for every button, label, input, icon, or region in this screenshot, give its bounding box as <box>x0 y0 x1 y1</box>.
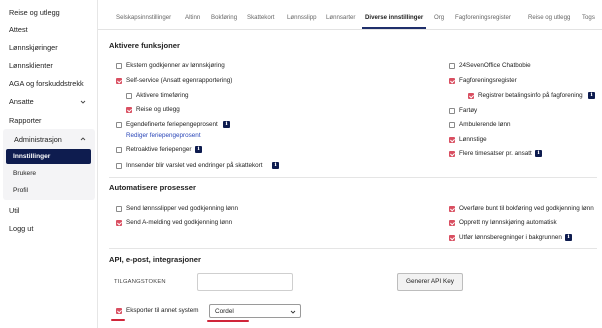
checkbox-send-a-melding[interactable] <box>116 220 122 226</box>
checkbox-label: Overføre bunt til bokføring ved godkjenn… <box>459 205 594 212</box>
checkbox-egendefinerte-feriepengeprosent[interactable] <box>116 122 122 128</box>
tab-bar: Selskapsinnstillinger Altinn Bokføring S… <box>98 0 602 30</box>
checkbox-label: Lønnstige <box>459 136 487 143</box>
checkbox-registrer-betalingsinfo[interactable] <box>468 93 474 99</box>
checkbox-label: Send lønnsslipper ved godkjenning lønn <box>126 205 239 212</box>
checkbox-lonnstige[interactable] <box>449 137 455 143</box>
chevron-down-icon <box>290 309 296 317</box>
chevron-down-icon[interactable] <box>80 99 86 105</box>
checkbox-chatbobie[interactable] <box>449 63 455 69</box>
checkbox-label: Aktivere timeføring <box>136 92 189 99</box>
info-icon[interactable]: i <box>565 234 572 241</box>
token-label: TILGANGSTOKEN <box>114 279 166 285</box>
checkbox-label: Fagforeningsregister <box>459 77 517 84</box>
tab-fagforeningsregister[interactable]: Fagforeningsregister <box>455 14 511 21</box>
sidebar-item-aga[interactable]: AGA og forskuddstrekk <box>9 79 84 88</box>
tab-togs[interactable]: Togs <box>582 14 595 21</box>
info-icon[interactable]: i <box>588 92 595 99</box>
checkbox-label: 24SevenOffice Chatbobie <box>459 62 531 69</box>
tab-reise-og-utlegg[interactable]: Reise og utlegg <box>528 14 570 21</box>
section-title-api: API, e-post, integrasjoner <box>109 255 201 264</box>
sidebar-item-rapporter[interactable]: Rapporter <box>9 116 41 125</box>
section-divider <box>109 248 597 249</box>
sidebar-item-ansatte[interactable]: Ansatte <box>9 97 34 106</box>
sidebar: Reise og utlegg Attest Lønnskjøringer Lø… <box>0 0 98 328</box>
tab-diverse-innstillinger[interactable]: Diverse innstillinger <box>365 14 423 21</box>
section-divider <box>109 177 597 178</box>
tab-lonnsarter[interactable]: Lønnsarter <box>326 14 355 21</box>
checkbox-aktivere-timeforing[interactable] <box>126 93 132 99</box>
sidebar-item-administrasjon[interactable]: Administrasjon <box>14 135 62 144</box>
checkbox-label: Registrer betalingsinfo på fagforening <box>478 92 583 99</box>
sidebar-sub-innstillinger[interactable]: Innstillinger <box>6 149 91 164</box>
checkbox-label: Ekstern godkjenner av lønnskjøring <box>126 62 225 69</box>
checkbox-fartoy[interactable] <box>449 108 455 114</box>
generate-api-key-button[interactable]: Generer API Key <box>397 273 463 291</box>
checkbox-send-lonnsslipper[interactable] <box>116 206 122 212</box>
sidebar-item-logg-ut[interactable]: Logg ut <box>9 224 33 233</box>
section-title-aktivere: Aktivere funksjoner <box>109 41 180 50</box>
info-icon[interactable]: i <box>223 121 230 128</box>
chevron-up-icon[interactable] <box>80 136 86 142</box>
export-system-select[interactable]: Cordel <box>209 304 301 318</box>
annotation-underline <box>207 320 249 322</box>
sidebar-item-attest[interactable]: Attest <box>9 25 28 34</box>
tab-lonnsslipp[interactable]: Lønnsslipp <box>287 14 316 21</box>
info-icon[interactable]: i <box>195 146 202 153</box>
checkbox-fagforeningsregister[interactable] <box>449 78 455 84</box>
main-content: Selskapsinnstillinger Altinn Bokføring S… <box>98 0 602 328</box>
sidebar-sub-profil[interactable]: Profil <box>6 183 91 198</box>
checkbox-label: Utfør lønnsberegninger i bakgrunnen <box>459 234 562 241</box>
checkbox-label: Reise og utlegg <box>136 106 180 113</box>
sidebar-item-reise-og-utlegg[interactable]: Reise og utlegg <box>9 8 60 17</box>
checkbox-label: Ambulerende lønn <box>459 121 511 128</box>
checkbox-label: Opprett ny lønnskjøring automatisk <box>459 219 557 226</box>
checkbox-innsender-varslet[interactable] <box>116 163 122 169</box>
checkbox-label: Retroaktive feriepenger <box>126 146 192 153</box>
tab-org[interactable]: Org <box>434 14 444 21</box>
sidebar-item-lonnskjoringer[interactable]: Lønnskjøringer <box>9 43 58 52</box>
checkbox-eksporter[interactable] <box>116 308 122 314</box>
access-token-input[interactable] <box>197 273 293 291</box>
checkbox-ekstern-godkjenner[interactable] <box>116 63 122 69</box>
checkbox-opprett-ny-lonnskjoring[interactable] <box>449 220 455 226</box>
checkbox-label: Self-service (Ansatt egenrapportering) <box>126 77 233 84</box>
export-system-value: Cordel <box>215 308 234 315</box>
annotation-underline <box>111 319 125 321</box>
checkbox-label: Innsender blir varslet ved endringer på … <box>126 162 263 169</box>
sidebar-item-util[interactable]: Util <box>9 206 20 215</box>
edit-holiday-pay-link[interactable]: Rediger feriepengeprosent <box>126 132 201 139</box>
tab-skattekort[interactable]: Skattekort <box>247 14 274 21</box>
sidebar-item-lonnsklienter[interactable]: Lønnsklienter <box>9 61 53 70</box>
active-tab-indicator <box>362 27 426 29</box>
checkbox-label: Flere timesatser pr. ansatt <box>459 150 532 157</box>
checkbox-reise-og-utlegg[interactable] <box>126 107 132 113</box>
info-icon[interactable]: i <box>535 150 542 157</box>
section-title-automatisere: Automatisere prosesser <box>109 183 196 192</box>
checkbox-retroaktive-feriepenger[interactable] <box>116 147 122 153</box>
tab-altinn[interactable]: Altinn <box>185 14 200 21</box>
sidebar-sub-brukere[interactable]: Brukere <box>6 166 91 181</box>
checkbox-label: Eksporter til annet system <box>126 307 199 314</box>
checkbox-self-service[interactable] <box>116 78 122 84</box>
tab-selskapsinnstillinger[interactable]: Selskapsinnstillinger <box>116 14 171 21</box>
checkbox-flere-timesatser[interactable] <box>449 151 455 157</box>
info-icon[interactable]: i <box>272 162 279 169</box>
checkbox-label: Send A-melding ved godkjenning lønn <box>126 219 233 226</box>
tab-bokforing[interactable]: Bokføring <box>211 14 237 21</box>
checkbox-overfore-bunt[interactable] <box>449 206 455 212</box>
checkbox-label: Egendefinerte feriepengeprosent <box>126 121 218 128</box>
checkbox-utfor-lonnsberegninger[interactable] <box>449 235 455 241</box>
checkbox-ambulerende-lonn[interactable] <box>449 122 455 128</box>
checkbox-label: Fartøy <box>459 107 478 114</box>
